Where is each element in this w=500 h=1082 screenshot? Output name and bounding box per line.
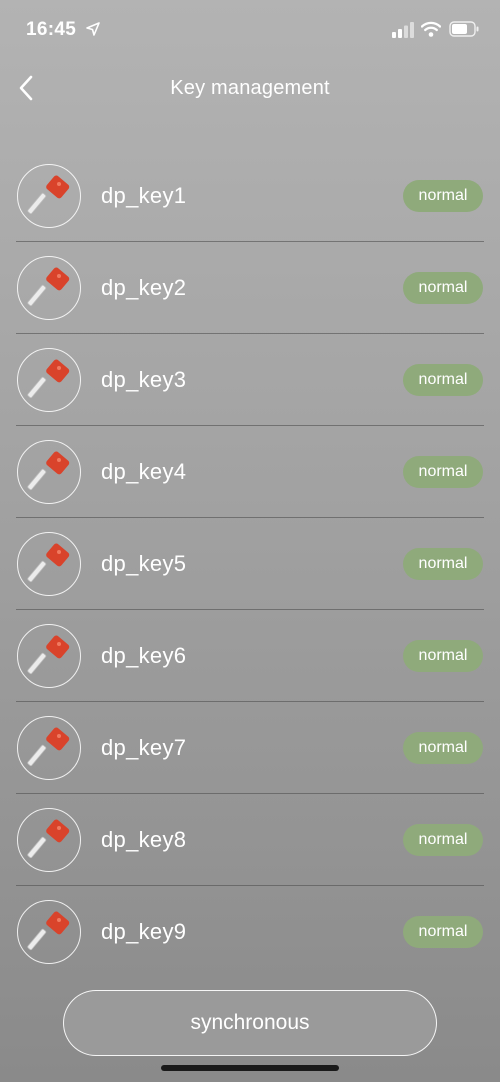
cellular-signal-icon <box>392 22 414 38</box>
location-arrow-icon <box>86 22 100 36</box>
key-avatar <box>17 532 81 596</box>
battery-icon <box>449 21 479 37</box>
key-avatar <box>17 624 81 688</box>
key-list-item[interactable]: dp_key3 normal <box>0 334 500 426</box>
key-name: dp_key2 <box>101 275 187 300</box>
key-name: dp_key7 <box>101 735 187 760</box>
key-icon <box>27 727 70 767</box>
key-icon <box>27 543 70 583</box>
status-bar: 16:45 <box>0 0 500 60</box>
key-icon <box>27 451 70 491</box>
key-icon <box>27 911 70 951</box>
status-badge: normal <box>403 548 483 580</box>
key-avatar <box>17 348 81 412</box>
key-name: dp_key1 <box>101 183 187 208</box>
key-list-item[interactable]: dp_key6 normal <box>0 610 500 702</box>
key-name: dp_key4 <box>101 459 187 484</box>
key-avatar <box>17 716 81 780</box>
key-name: dp_key8 <box>101 827 187 852</box>
key-list-item[interactable]: dp_key7 normal <box>0 702 500 794</box>
key-icon <box>27 359 70 399</box>
key-avatar <box>17 256 81 320</box>
wifi-icon <box>421 21 441 37</box>
status-time: 16:45 <box>26 19 77 40</box>
key-list-item[interactable]: dp_key8 normal <box>0 794 500 886</box>
status-badge: normal <box>403 732 483 764</box>
key-avatar <box>17 440 81 504</box>
key-icon <box>27 635 70 675</box>
status-badge: normal <box>403 456 483 488</box>
status-badge: normal <box>403 364 483 396</box>
key-list-item[interactable]: dp_key5 normal <box>0 518 500 610</box>
key-avatar <box>17 808 81 872</box>
key-avatar <box>17 164 81 228</box>
key-avatar <box>17 900 81 964</box>
key-list-item[interactable]: dp_key2 normal <box>0 242 500 334</box>
key-list-item[interactable]: dp_key4 normal <box>0 426 500 518</box>
status-badge: normal <box>403 180 483 212</box>
key-name: dp_key3 <box>101 367 187 392</box>
status-badge: normal <box>403 272 483 304</box>
nav-bar: Key management <box>0 62 500 114</box>
key-icon <box>27 267 70 307</box>
status-badge: normal <box>403 640 483 672</box>
key-list: dp_key1 normal dp_key2 normal dp_key3 no… <box>0 150 500 978</box>
page-title: Key management <box>170 77 330 99</box>
key-icon <box>27 819 70 859</box>
home-indicator[interactable] <box>161 1065 339 1071</box>
key-name: dp_key5 <box>101 551 187 576</box>
key-list-item[interactable]: dp_key1 normal <box>0 150 500 242</box>
synchronous-button[interactable]: synchronous <box>63 990 437 1056</box>
key-list-item[interactable]: dp_key9 normal <box>0 886 500 978</box>
status-badge: normal <box>403 916 483 948</box>
status-badge: normal <box>403 824 483 856</box>
key-icon <box>27 175 70 215</box>
key-name: dp_key9 <box>101 919 187 944</box>
key-name: dp_key6 <box>101 643 187 668</box>
